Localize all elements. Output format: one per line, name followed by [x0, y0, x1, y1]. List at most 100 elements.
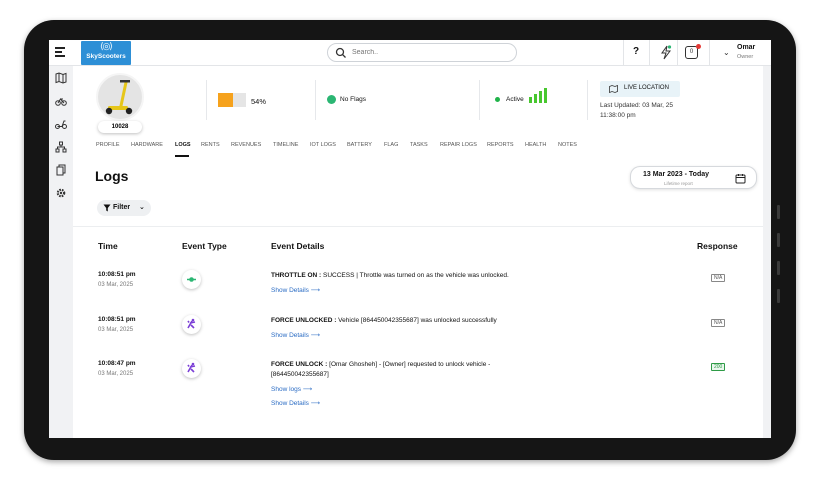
show-details-link[interactable]: Show Details ⟶: [271, 331, 320, 339]
response-badge: N/A: [711, 319, 726, 327]
divider: [315, 80, 316, 120]
tab-iot-logs[interactable]: IOT LOGS: [310, 142, 336, 148]
battery-icon: [218, 93, 246, 107]
charging-bolt-icon[interactable]: [660, 45, 672, 60]
live-location-button[interactable]: LIVE LOCATION: [600, 81, 680, 97]
search-icon: [335, 47, 346, 58]
response-badge: N/A: [711, 274, 726, 282]
chevron-down-icon: ⌄: [139, 204, 145, 211]
divider: [623, 40, 624, 66]
tab-timeline[interactable]: TIMELINE: [273, 142, 298, 148]
active-tab-indicator: [175, 155, 189, 157]
top-bar: ⟨◎⟩ SkyScooters ? 0 ⌄ Omar Owner: [49, 40, 771, 66]
log-time: 10:08:47 pm: [98, 360, 136, 367]
page-title: Logs: [95, 168, 129, 184]
date-range-picker[interactable]: 13 Mar 2023 - Today Lifetime report: [630, 166, 757, 189]
user-name[interactable]: Omar: [737, 44, 755, 51]
tab-tasks[interactable]: TASKS: [410, 142, 428, 148]
log-title: FORCE UNLOCKED :: [271, 317, 337, 324]
column-header-time: Time: [98, 241, 118, 251]
search-input[interactable]: [352, 46, 512, 59]
tab-hardware[interactable]: HARDWARE: [131, 142, 163, 148]
battery-percent: 54%: [251, 97, 267, 106]
filter-button[interactable]: Filter ⌄: [97, 200, 151, 216]
arrow-right-icon: ⟶: [310, 287, 321, 294]
main-panel: 10028 54% No Flags Active LIVE LOCATION …: [73, 66, 763, 438]
tab-flag[interactable]: FLAG: [384, 142, 398, 148]
last-updated: Last Updated: 03 Mar, 25 11:38:00 pm: [600, 102, 673, 119]
log-detail: FORCE UNLOCKED : Vehicle [86445004235568…: [271, 316, 531, 326]
filter-icon: [103, 204, 111, 212]
tab-repair-logs[interactable]: REPAIR LOGS: [440, 142, 477, 148]
documents-icon[interactable]: [55, 164, 67, 176]
date-range-subtitle: Lifetime report: [664, 181, 693, 186]
log-date: 03 Mar, 2025: [98, 327, 134, 333]
throttle-icon: [182, 270, 201, 289]
app-screen: ⟨◎⟩ SkyScooters ? 0 ⌄ Omar Owner: [49, 40, 771, 438]
show-logs-link[interactable]: Show logs ⟶: [271, 385, 312, 393]
log-title: THROTTLE ON :: [271, 272, 322, 279]
vehicle-status: Active: [506, 96, 524, 103]
chevron-down-icon[interactable]: ⌄: [723, 48, 730, 57]
filter-label: Filter: [113, 204, 131, 211]
divider: [73, 226, 763, 227]
calendar-icon: [735, 174, 746, 184]
divider: [709, 40, 710, 66]
log-text: Vehicle [864450042355687] was unlocked s…: [336, 317, 497, 324]
arrow-right-icon: ⟶: [302, 386, 313, 393]
search-box[interactable]: [327, 43, 517, 62]
column-header-event-type: Event Type: [182, 241, 227, 251]
tab-revenues[interactable]: REVENUES: [231, 142, 261, 148]
show-details-link[interactable]: Show Details ⟶: [271, 399, 320, 407]
flag-status: No Flags: [340, 96, 367, 103]
brand-logo[interactable]: ⟨◎⟩ SkyScooters: [81, 41, 131, 65]
log-time: 10:08:51 pm: [98, 316, 136, 323]
log-title: FORCE UNLOCK :: [271, 361, 328, 368]
force-unlock-icon: [182, 315, 201, 334]
vehicle-id: 10028: [98, 121, 142, 133]
status-dot: [495, 97, 500, 102]
divider: [587, 80, 588, 120]
map-icon[interactable]: [55, 72, 67, 84]
column-header-response: Response: [697, 241, 738, 251]
log-detail: THROTTLE ON : SUCCESS | Throttle was tur…: [271, 271, 531, 281]
arrow-right-icon: ⟶: [310, 400, 321, 407]
signal-strength-icon: [529, 86, 551, 103]
left-nav: [49, 66, 73, 438]
tab-reports[interactable]: REPORTS: [487, 142, 514, 148]
bicycle-icon[interactable]: [55, 95, 67, 107]
tab-profile[interactable]: PROFILE: [96, 142, 120, 148]
help-button[interactable]: ?: [633, 46, 639, 57]
tab-battery[interactable]: BATTERY: [347, 142, 372, 148]
tab-notes[interactable]: NOTES: [558, 142, 577, 148]
brand-name: SkyScooters: [86, 53, 126, 60]
column-header-event-details: Event Details: [271, 241, 325, 251]
log-detail: FORCE UNLOCK : [Omar Ghosheh] - [Owner] …: [271, 360, 531, 380]
notification-dot: [696, 44, 701, 49]
device-side-buttons: [777, 205, 780, 317]
divider: [677, 40, 678, 66]
tab-health[interactable]: HEALTH: [525, 142, 546, 148]
divider: [479, 80, 480, 120]
tab-rents[interactable]: RENTS: [201, 142, 220, 148]
show-details-link[interactable]: Show Details ⟶: [271, 286, 320, 294]
log-date: 03 Mar, 2025: [98, 371, 134, 377]
wings-icon: ⟨◎⟩: [100, 41, 113, 51]
network-icon[interactable]: [55, 141, 67, 153]
flag-status-icon: [327, 95, 336, 104]
divider: [649, 40, 650, 66]
force-unlock-icon: [182, 359, 201, 378]
tab-logs[interactable]: LOGS: [175, 142, 191, 148]
vehicle-card: 10028: [96, 73, 144, 133]
divider: [206, 80, 207, 120]
gear-icon[interactable]: [55, 187, 67, 199]
scooter-icon[interactable]: [55, 118, 67, 130]
menu-icon[interactable]: [55, 47, 65, 57]
response-badge: 200: [711, 363, 726, 371]
log-time: 10:08:51 pm: [98, 271, 136, 278]
user-role: Owner: [737, 54, 754, 60]
log-date: 03 Mar, 2025: [98, 282, 134, 288]
map-icon: [609, 85, 618, 93]
arrow-right-icon: ⟶: [310, 332, 321, 339]
log-text: SUCCESS | Throttle was turned on as the …: [321, 272, 509, 279]
